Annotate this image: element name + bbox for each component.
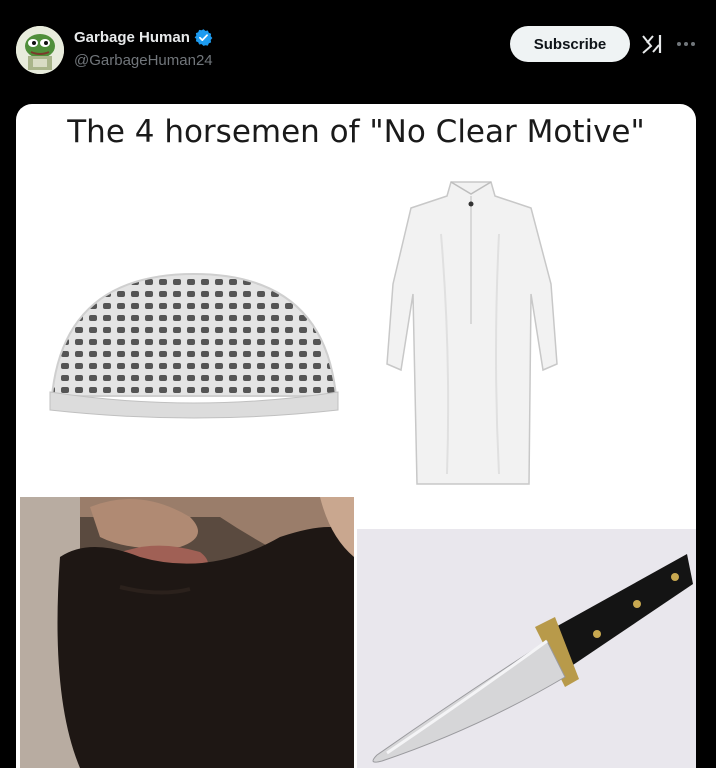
white-thobe-image (381, 174, 561, 494)
avatar[interactable] (16, 26, 64, 74)
more-icon[interactable] (672, 30, 700, 58)
post-media-image[interactable]: The 4 horsemen of "No Clear Motive" (16, 104, 696, 768)
knife-image (357, 529, 696, 768)
author-display-name[interactable]: Garbage Human (74, 29, 190, 46)
grok-icon[interactable] (640, 32, 664, 56)
meme-title: The 4 horsemen of "No Clear Motive" (67, 114, 645, 150)
author-name-row: Garbage Human (74, 28, 213, 47)
beard-image (20, 497, 354, 768)
pepe-avatar-icon (16, 26, 64, 74)
author-handle[interactable]: @GarbageHuman24 (74, 52, 213, 69)
subscribe-button[interactable]: Subscribe (510, 26, 630, 62)
kufi-cap-image (44, 264, 344, 424)
verified-badge-icon (194, 29, 213, 46)
post-header: Garbage Human @GarbageHuman24 Subscribe (0, 0, 716, 100)
